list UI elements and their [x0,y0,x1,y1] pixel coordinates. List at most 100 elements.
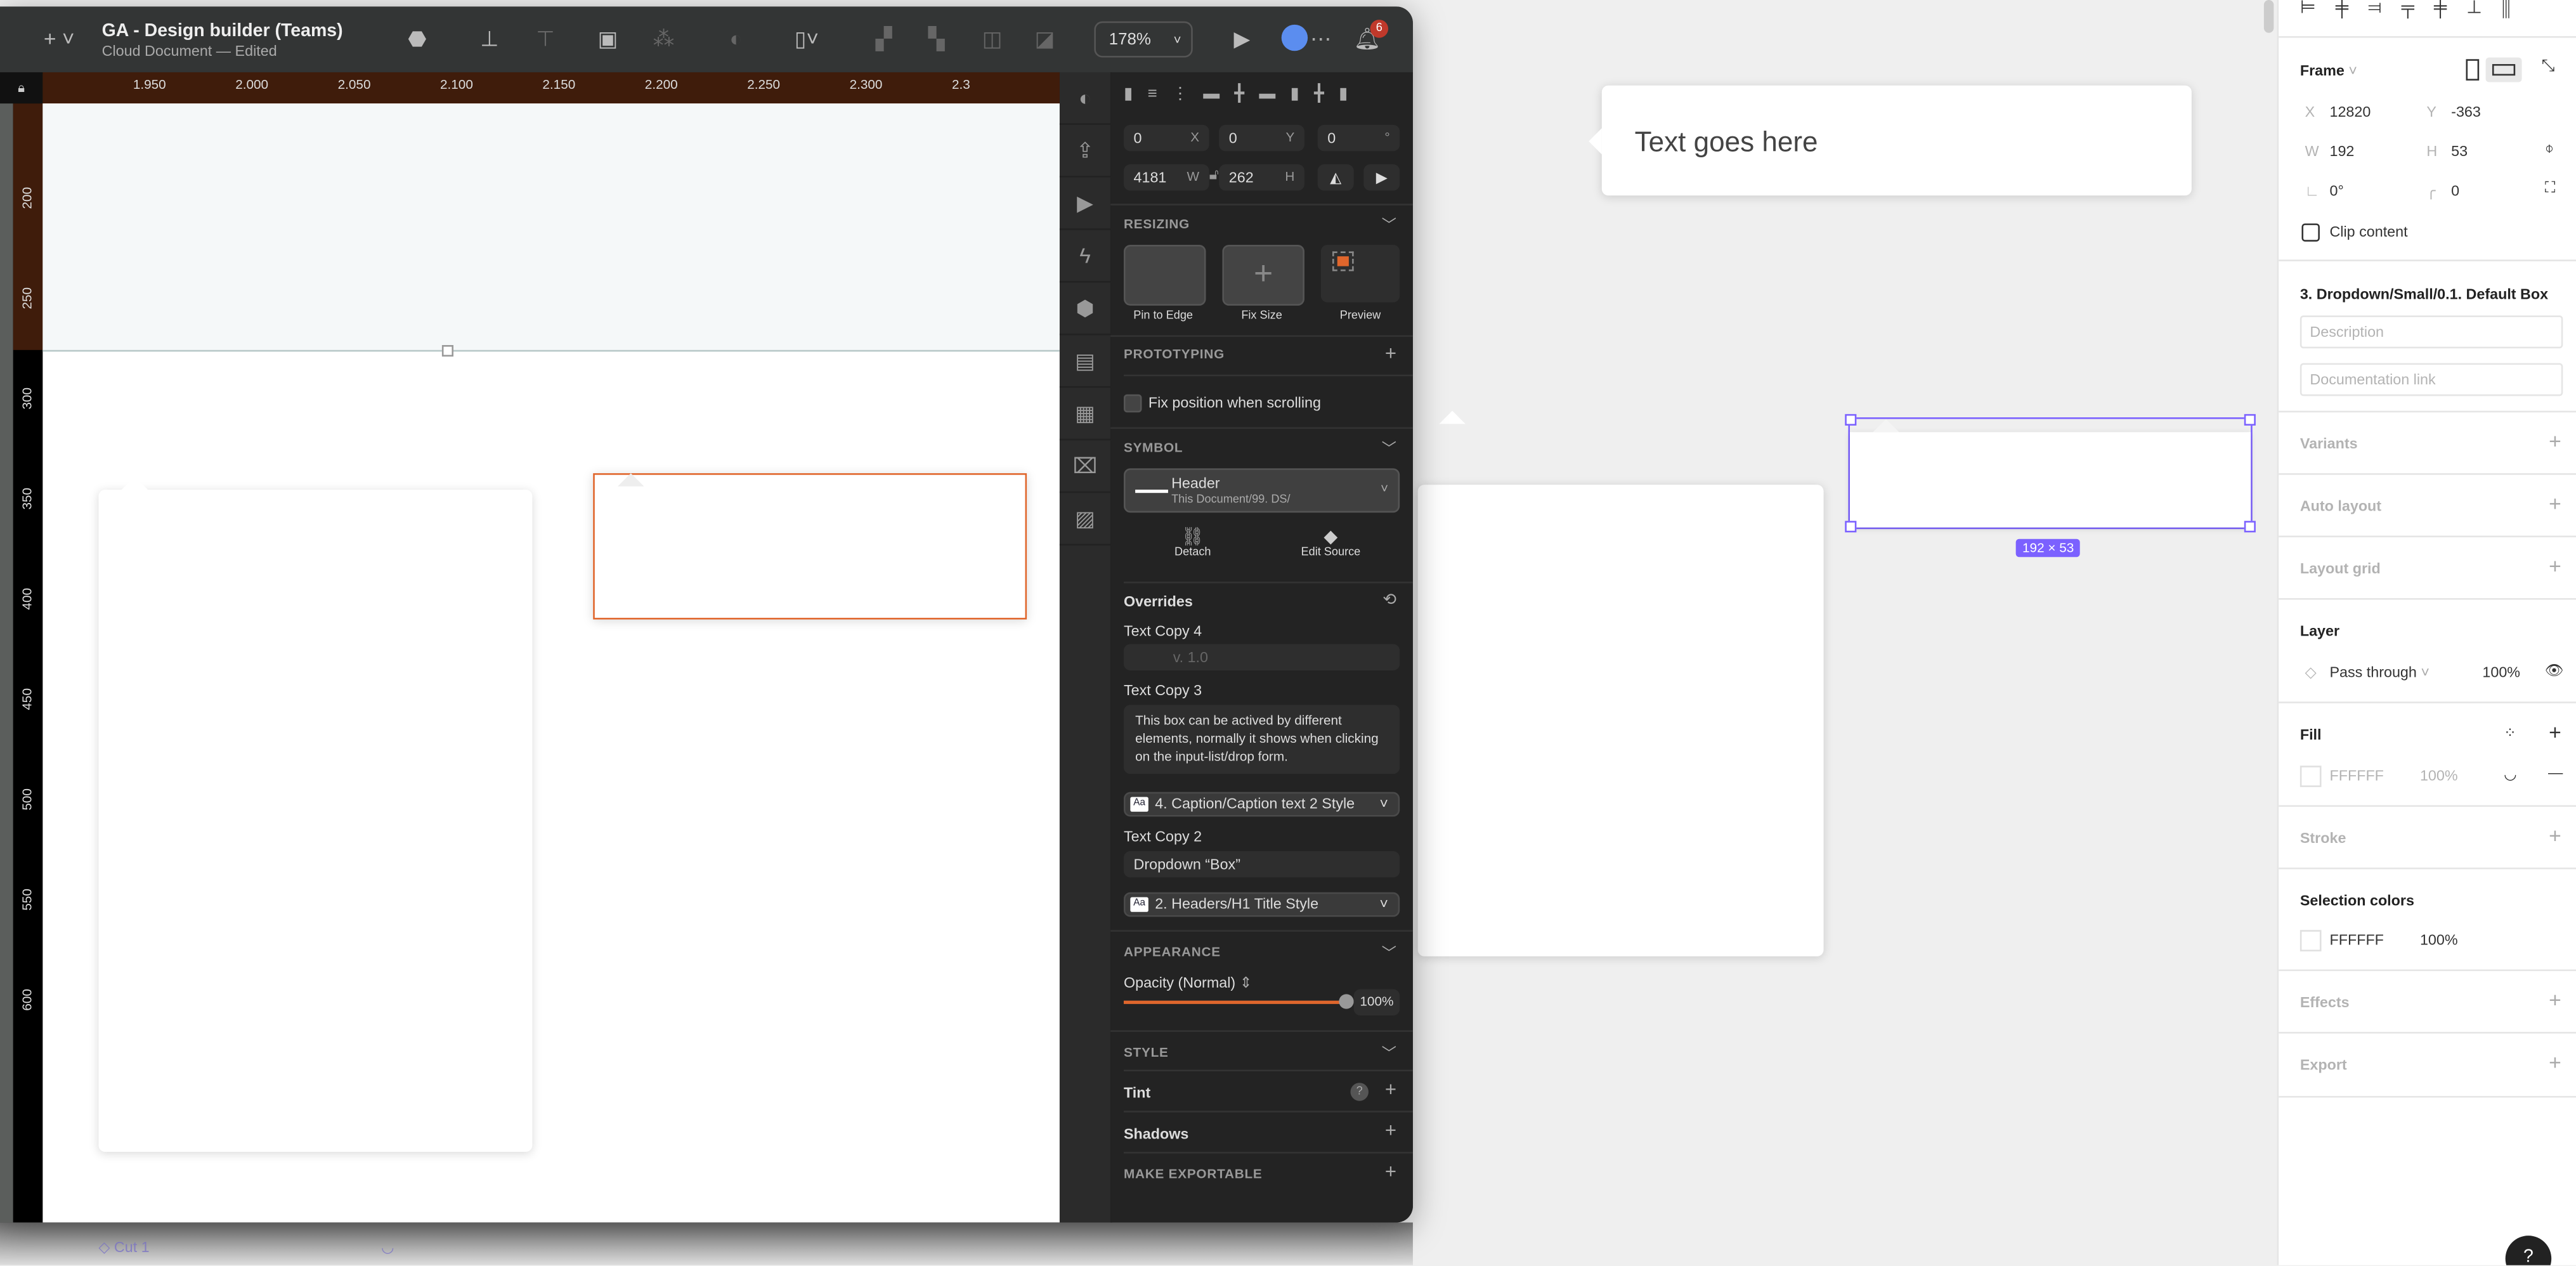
frame-icon[interactable]: ▣ [595,26,621,52]
opacity-field[interactable]: 100% [1353,989,1400,1015]
dropdown-card-large[interactable] [98,476,533,1152]
x-field[interactable]: 0X [1123,124,1209,152]
symbol-icon[interactable]: ⬣ [404,26,430,52]
frame-select[interactable]: Frame ˅ [2300,62,2357,79]
opacity-mode-select[interactable]: Opacity (Normal) ⇕ [1124,974,1252,992]
clip-content-checkbox[interactable] [2301,223,2320,242]
add-effect-icon[interactable]: + [2549,988,2561,1012]
text-copy-2-field[interactable]: Dropdown “Box” [1123,851,1400,878]
fill-hex-field[interactable]: FFFFFF [2329,767,2383,784]
add-image-icon[interactable]: ▨ [1059,493,1111,546]
export-icon[interactable]: ⇪ [1059,125,1111,178]
header-artboard[interactable] [42,103,1060,352]
documentation-link-input[interactable]: Documentation link [2300,363,2563,396]
avatar[interactable] [1281,24,1308,51]
layer-opacity-field[interactable]: 100% [2482,664,2520,681]
width-field[interactable]: 192 [2329,143,2354,159]
chevron-down-icon[interactable]: ﹀ [1382,214,1396,235]
vertical-ruler[interactable]: 200 250 300 350 400 450 500 550 600 [13,103,43,1223]
help-button[interactable]: ? [2505,1236,2552,1265]
play-icon[interactable]: ▶ [1229,26,1255,52]
subtract-icon[interactable]: ▚ [923,26,949,52]
height-field[interactable]: 53 [2451,143,2468,159]
pin-to-edge-control[interactable] [1123,244,1206,306]
text-style-select[interactable]: Aa 4. Caption/Caption text 2 Style ˅ [1123,792,1400,817]
description-input[interactable]: Description [2300,315,2563,349]
resize-to-fit-icon[interactable]: ⤡ [2542,58,2555,75]
flip-vertical-icon[interactable]: ▶ [1363,164,1400,191]
text-style-select[interactable]: Aa 2. Headers/H1 Title Style ˅ [1123,892,1400,917]
union-icon[interactable]: ▞ [871,26,897,52]
add-variant-icon[interactable]: + [2549,429,2561,454]
portrait-icon[interactable] [2466,59,2480,81]
rotation-field[interactable]: 0° [2329,183,2343,199]
add-export-icon[interactable]: + [2549,1050,2561,1074]
align-icons[interactable]: ▮≡⋮▬╋▬▮╋▮ [1124,86,1400,103]
difference-icon[interactable]: ◪ [1032,26,1058,52]
scrollbar[interactable] [2263,0,2274,33]
selection-icon[interactable]: ▦ [1059,388,1111,441]
layer-item-cut[interactable]: ◇ Cut 1 [98,1239,149,1256]
fix-position-checkbox[interactable] [1123,394,1142,413]
dropdown-box-selected[interactable] [593,473,1027,620]
independent-corners-icon[interactable]: ⛶ [2545,179,2555,197]
add-export-icon[interactable]: + [1385,1160,1396,1183]
horizontal-ruler[interactable]: 1.950 2.000 2.050 2.100 2.150 2.200 2.250 2.300… [42,72,1060,105]
lightning-icon[interactable]: ϟ [1059,230,1111,283]
eraser-icon[interactable]: ⌧ [1059,440,1111,493]
symbol-hex-icon[interactable]: ⬢ [1059,283,1111,336]
align-icons[interactable]: ⊨╪⫤╤╪⊥⫼ [2300,0,2530,20]
add-stroke-icon[interactable]: + [2549,823,2561,848]
add-prototype-icon[interactable]: + [1385,342,1396,365]
dropdown-card[interactable] [1417,410,1824,956]
eye-icon[interactable]: 👁︎ [2545,662,2564,680]
prototype-play-icon[interactable]: ▶ [1059,178,1111,230]
chevron-down-icon[interactable]: ﹀ [1382,437,1396,459]
blend-mode-select[interactable]: Pass through ˅ [2329,664,2430,681]
hidden-eye-icon[interactable]: ◡ [2504,766,2516,783]
layout-icon[interactable]: ▤ [1059,335,1111,388]
chevron-down-icon[interactable]: ﹀ [1382,1041,1396,1063]
text-copy-3-field[interactable]: This box can be actived by different ele… [1123,705,1400,774]
zoom-select[interactable]: 178% ˅ [1094,21,1193,58]
add-tint-icon[interactable]: + [1385,1078,1396,1100]
sketch-canvas[interactable] [42,103,1060,1223]
theme-icon[interactable]: ◐ [1059,72,1111,125]
selection-color-hex[interactable]: FFFFFF [2329,932,2383,948]
insert-plus-icon[interactable]: + ˅ [39,26,79,52]
edit-source-button[interactable]: ◆ Edit Source [1262,526,1400,559]
fix-size-control[interactable]: + [1222,244,1304,306]
mask-icon[interactable]: ⁂ [651,26,677,52]
add-auto-layout-icon[interactable]: + [2549,492,2561,516]
y-field[interactable]: 0Y [1219,124,1304,152]
remove-fill-icon[interactable]: — [2548,764,2563,781]
y-field[interactable]: -363 [2451,103,2481,120]
more-users-icon[interactable]: ⋯ [1308,26,1334,52]
add-fill-icon[interactable]: + [2549,720,2561,745]
width-field[interactable]: 4181 W [1123,164,1209,191]
lock-ratio-icon[interactable]: 🔓︎ [1209,166,1219,184]
landscape-icon[interactable] [2485,57,2522,82]
add-grid-icon[interactable]: + [2549,554,2561,578]
align-top-icon[interactable]: ⊥ [476,26,502,52]
hidden-eye-icon[interactable]: ◡ [381,1239,394,1256]
selection-color-swatch[interactable] [2300,930,2322,951]
height-field[interactable]: 262 H [1219,164,1304,191]
fill-opacity-field[interactable]: 100% [2420,767,2458,784]
styles-grid-icon[interactable]: ⁘ [2504,724,2516,742]
opacity-slider[interactable] [1123,994,1354,1009]
resize-icon[interactable]: ▯˅ [785,26,828,52]
scissors-icon[interactable]: ◐ [723,26,749,52]
flip-horizontal-icon[interactable]: ◭ [1317,164,1354,191]
fill-swatch[interactable] [2300,766,2322,787]
reset-icon[interactable]: ⟲ [1382,592,1396,610]
tooltip-box[interactable]: Text goes here [1589,85,2192,196]
detach-button[interactable]: ⛓︎ Detach [1124,526,1262,559]
resize-handle[interactable] [441,345,454,357]
rotation-field[interactable]: 0° [1317,124,1400,152]
distribute-icon[interactable]: ⊤ [532,26,558,52]
x-field[interactable]: 12820 [2329,103,2371,120]
text-copy-4-field[interactable]: v. 1.0 [1123,644,1400,670]
chevron-down-icon[interactable]: ﹀ [1382,941,1396,963]
selected-frame[interactable] [1845,414,2256,533]
